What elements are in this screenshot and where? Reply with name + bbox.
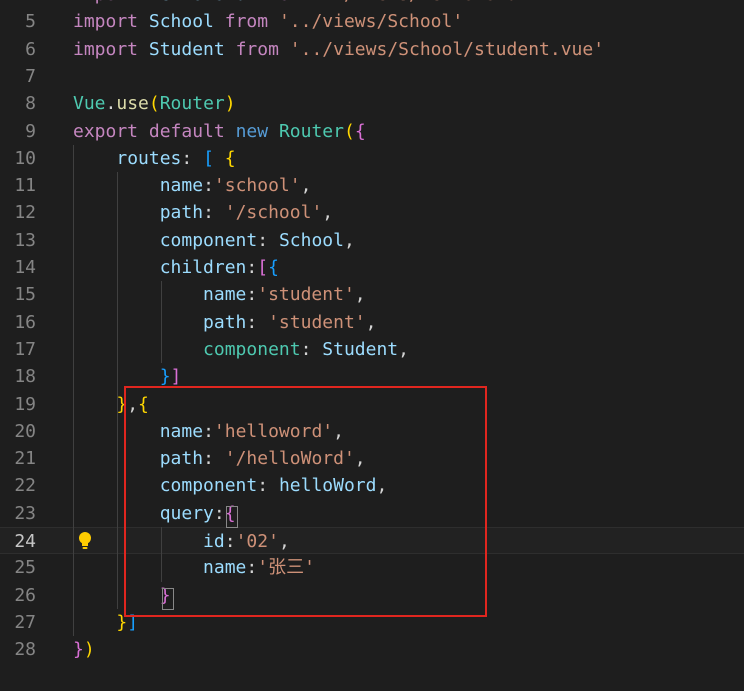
lightbulb-icon[interactable]	[77, 531, 93, 551]
line-number: 6	[25, 38, 36, 60]
code-text: name:'school',	[159, 175, 312, 197]
line-number: 11	[14, 175, 36, 197]
line-number: 23	[14, 502, 36, 524]
code-line[interactable]: 12 path: '/school',	[0, 199, 744, 226]
code-text: component: Student,	[203, 338, 409, 360]
line-number: 28	[14, 639, 36, 661]
line-number: 17	[14, 338, 36, 360]
annotation-red-box	[124, 386, 487, 617]
code-line[interactable]: 4 import HelloWord from '../views/HelloWo…	[0, 0, 744, 8]
code-line[interactable]: 8 Vue.use(Router)	[0, 90, 744, 117]
code-text: import Student from '../views/School/stu…	[73, 38, 605, 60]
code-line[interactable]: 10 routes: [ {	[0, 145, 744, 172]
code-line[interactable]: 28})	[0, 636, 744, 663]
code-line[interactable]: 9 export default new Router({	[0, 118, 744, 145]
line-number: 14	[14, 257, 36, 278]
code-text: path: '/school',	[159, 202, 334, 224]
code-line[interactable]: 7	[0, 63, 744, 90]
code-line[interactable]: 14 children:[{	[0, 254, 744, 281]
indent-guide	[117, 172, 118, 609]
line-number: 19	[14, 393, 36, 415]
code-line[interactable]: 16 path: 'student',	[0, 309, 744, 336]
code-line[interactable]: 6 import Student from '../views/School/st…	[0, 36, 744, 63]
line-number: 16	[14, 311, 36, 333]
code-text: children:[{	[159, 257, 279, 278]
line-number: 27	[14, 611, 36, 633]
bracket-match-close	[162, 588, 174, 610]
code-line[interactable]: 17 component: Student,	[0, 336, 744, 363]
line-number: 8	[25, 93, 36, 115]
line-number: 7	[25, 65, 36, 87]
code-text: export default new Router({	[73, 120, 366, 142]
indent-guide	[73, 144, 74, 637]
code-text: Vue.use(Router)	[73, 93, 236, 115]
code-line[interactable]: 13 component: School,	[0, 227, 744, 254]
line-number: 10	[14, 147, 36, 169]
code-text: import HelloWord from '../views/HelloWor…	[73, 0, 528, 8]
line-number: 5	[25, 11, 36, 33]
line-number: 18	[14, 366, 36, 388]
line-number: 21	[14, 448, 36, 470]
line-number: 4	[0, 0, 36, 8]
code-text: path: 'student',	[203, 311, 377, 333]
line-number: 9	[25, 120, 36, 142]
line-number: 22	[14, 475, 36, 497]
line-number: 20	[14, 420, 36, 442]
indent-guide	[161, 281, 162, 364]
code-text: routes: [ {	[116, 147, 236, 169]
line-number: 13	[14, 229, 36, 251]
code-line[interactable]: 11 name:'school',	[0, 172, 744, 199]
line-number: 26	[14, 584, 36, 606]
code-text: import School from '../views/School'	[73, 11, 464, 33]
bracket-match-open	[226, 506, 238, 528]
code-line[interactable]: 5 import School from '../views/School'	[0, 8, 744, 35]
line-number: 15	[14, 284, 36, 306]
line-number: 24	[14, 531, 36, 552]
line-number: 25	[14, 557, 36, 579]
code-text: component: School,	[159, 229, 355, 251]
line-number: 12	[14, 202, 36, 224]
code-text: })	[73, 639, 95, 661]
code-line[interactable]: 15 name:'student',	[0, 281, 744, 308]
